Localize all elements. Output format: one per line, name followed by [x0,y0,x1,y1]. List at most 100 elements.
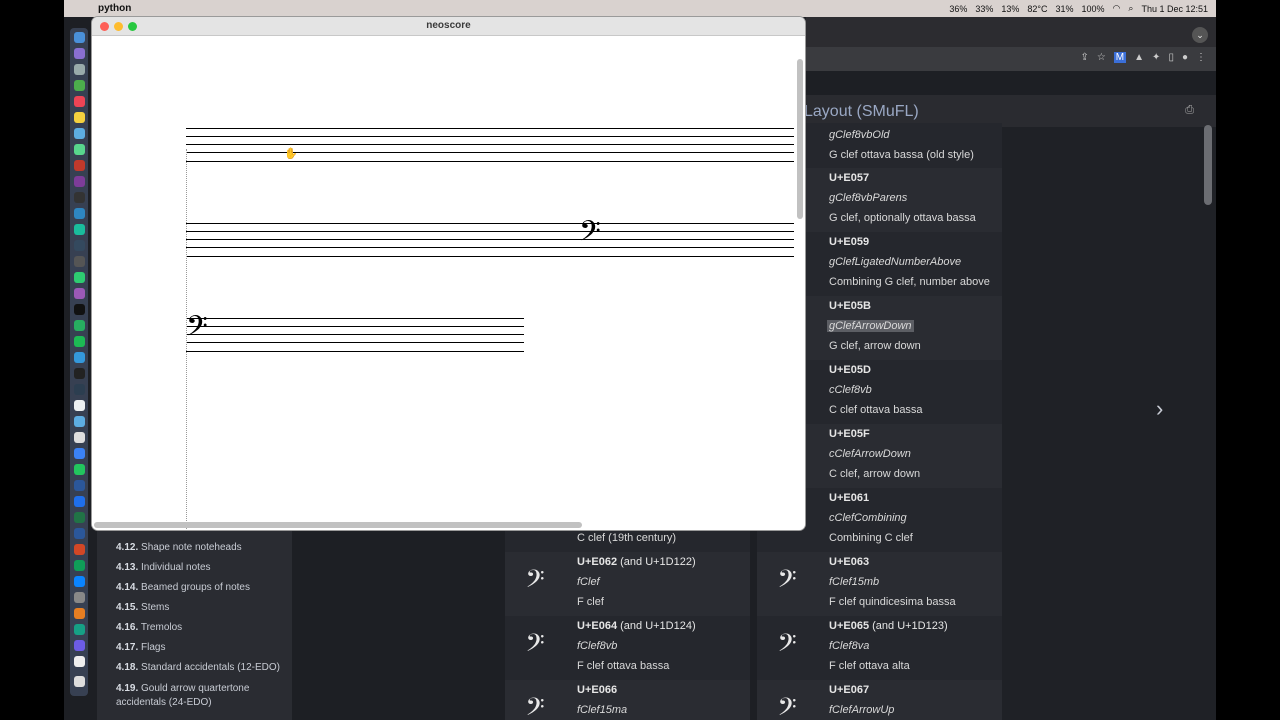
temp-status[interactable]: 82°C [1027,4,1047,14]
glyph-desc: C clef (19th century) [577,532,677,544]
app-icon[interactable] [74,192,85,203]
glyph-code: U+E057 [829,172,870,184]
epic-icon[interactable] [74,368,85,379]
staff-line [186,231,794,232]
glyph-desc: C clef ottava bassa [829,404,923,416]
document-icon[interactable] [74,676,85,687]
app-icon[interactable] [74,176,85,187]
app-icon[interactable] [74,416,85,427]
wifi-icon[interactable]: ◠ [1113,3,1121,14]
mem-status[interactable]: 13% [1001,4,1019,14]
messages-icon[interactable] [74,464,85,475]
tab-search-icon[interactable]: ⌄ [1192,27,1208,43]
toc-item[interactable]: 4.18. Standard accidentals (12-EDO) [116,662,280,673]
app-icon[interactable] [74,160,85,171]
word-icon[interactable] [74,528,85,539]
app-icon[interactable] [74,352,85,363]
print-icon[interactable]: ⎙ [1185,104,1194,117]
app-icon[interactable] [74,560,85,571]
profile-avatar[interactable]: ● [1182,52,1188,63]
extension-m-icon[interactable]: M [1113,52,1127,63]
f-clef-15mb-glyph: 𝄢 [777,565,797,600]
toc-item[interactable]: 4.19. Gould arrow quartertone [116,683,249,694]
excel-icon[interactable] [74,512,85,523]
finder-icon[interactable] [74,32,85,43]
chrome-icon[interactable] [74,80,85,91]
appstore-icon[interactable] [74,576,85,587]
glyph-name-selected[interactable]: gClefArrowDown [827,320,914,332]
horizontal-scrollbar[interactable] [94,522,582,528]
app-icon[interactable] [74,480,85,491]
document-icon[interactable] [74,656,85,667]
toc-label: Shape note noteheads [141,542,242,553]
toc-item[interactable]: 4.14. Beamed groups of notes [116,582,250,593]
glyph-code: U+E066 [577,684,618,696]
toc-item[interactable]: 4.17. Flags [116,642,165,653]
disk-status[interactable]: 31% [1056,4,1074,14]
app-icon[interactable] [74,304,85,315]
app-icon[interactable] [74,48,85,59]
vertical-scrollbar[interactable] [797,59,803,219]
active-app-name[interactable]: python [98,3,131,14]
spotify-icon[interactable] [74,336,85,347]
score-canvas[interactable]: 𝄢 𝄢 ✋ [92,37,805,530]
gpu-status[interactable]: 33% [975,4,993,14]
app-icon[interactable] [74,448,85,459]
menu-bar: python 36% 33% 13% 82°C 31% 100% ◠ ⌕ Thu… [64,0,1216,17]
search-icon[interactable]: ⌕ [1128,3,1133,14]
drive-icon[interactable]: ▲ [1134,52,1144,63]
toc-item[interactable]: 4.15. Stems [116,602,169,613]
toc-num: 4.13. [116,562,139,573]
extensions-icon[interactable]: ✦ [1152,52,1160,63]
menu-kebab-icon[interactable]: ⋮ [1196,52,1206,63]
glyph-desc: G clef, arrow down [829,340,921,352]
share-icon[interactable]: ⇪ [1080,52,1088,63]
app-icon[interactable] [74,288,85,299]
app-icon[interactable] [74,272,85,283]
clock[interactable]: Thu 1 Dec 12:51 [1141,4,1208,14]
app-icon[interactable] [74,624,85,635]
teams-icon[interactable] [74,640,85,651]
glyph-desc: F clef [577,596,604,608]
bookmark-star-icon[interactable]: ☆ [1097,52,1106,63]
app-icon[interactable] [74,208,85,219]
doc-scrollbar[interactable] [1204,125,1212,205]
toc-num: 4.18. [116,662,139,673]
notes-icon[interactable] [74,112,85,123]
sidepanel-icon[interactable]: ▯ [1168,52,1174,63]
app-icon[interactable] [74,144,85,155]
app-icon[interactable] [74,224,85,235]
toc-item[interactable]: 4.13. Individual notes [116,562,211,573]
app-icon[interactable] [74,240,85,251]
settings-icon[interactable] [74,592,85,603]
cpu-status[interactable]: 36% [949,4,967,14]
toc-item[interactable]: 4.12. Shape note noteheads [116,542,242,553]
app-icon[interactable] [74,64,85,75]
battery-status[interactable]: 100% [1082,4,1105,14]
glyph-code: U+E061 [829,492,870,504]
powerpoint-icon[interactable] [74,544,85,555]
glyph-code: U+E065 (and U+1D123) [829,620,948,632]
app-icon[interactable] [74,400,85,411]
toc-item[interactable]: 4.16. Tremolos [116,622,182,633]
app-icon[interactable] [74,496,85,507]
next-page-chevron-icon[interactable]: › [1156,396,1163,422]
toc-item-continued[interactable]: accidentals (24-EDO) [116,697,212,708]
toc-num: 4.15. [116,602,139,613]
vlc-icon[interactable] [74,608,85,619]
window-title: neoscore [426,20,471,31]
terminal-icon[interactable] [74,384,85,395]
f-clef-8va-glyph: 𝄢 [777,629,797,664]
app-icon[interactable] [74,256,85,267]
staff-line [186,318,524,319]
app-icon[interactable] [74,128,85,139]
status-area: 36% 33% 13% 82°C 31% 100% ◠ ⌕ Thu 1 Dec … [949,0,1208,17]
page-edge-guide [186,149,187,529]
glyph-code: U+E067 [829,684,870,696]
app-icon[interactable] [74,432,85,443]
letterbox-right [1216,0,1280,720]
app-icon[interactable] [74,320,85,331]
glyph-desc: Combining C clef [829,532,913,544]
neoscore-titlebar[interactable]: neoscore [92,17,805,36]
calendar-icon[interactable] [74,96,85,107]
